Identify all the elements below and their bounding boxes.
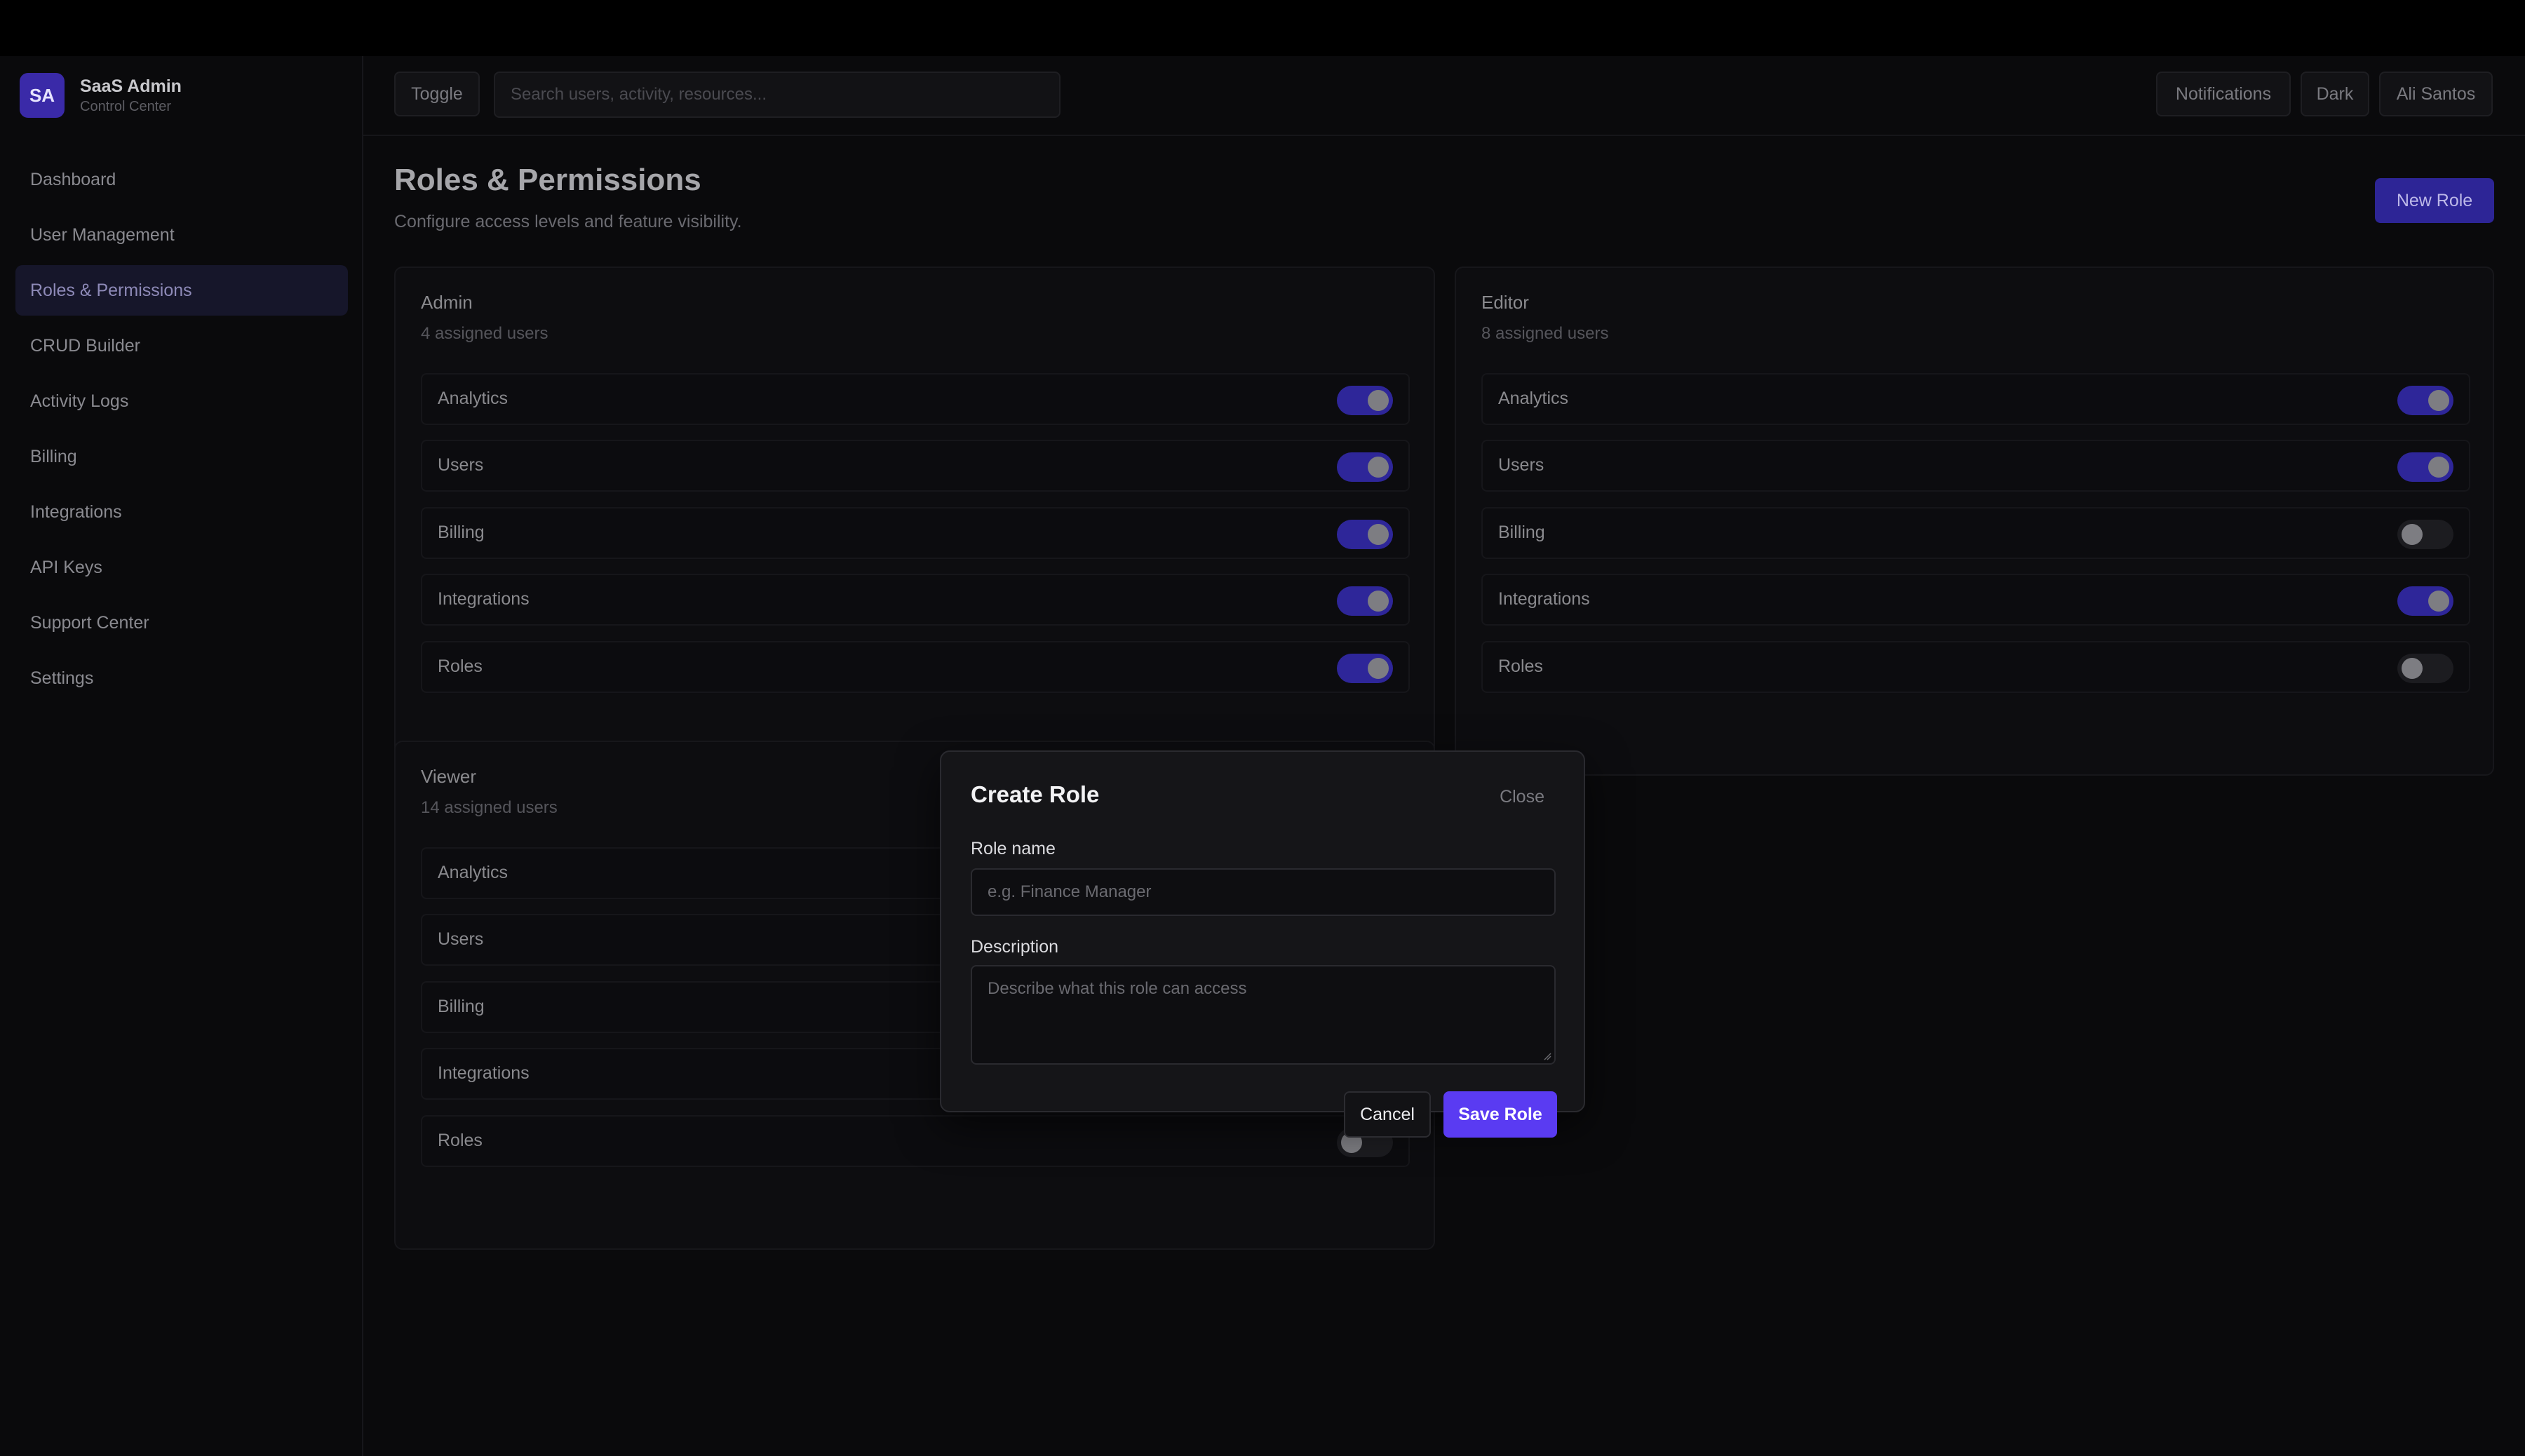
- permission-label: Roles: [438, 656, 483, 676]
- permission-label: Billing: [438, 997, 485, 1016]
- save-role-button[interactable]: Save Role: [1443, 1091, 1557, 1138]
- role-name-input[interactable]: e.g. Finance Manager: [971, 868, 1556, 916]
- permission-label: Users: [1498, 455, 1544, 475]
- permission-toggle[interactable]: [2397, 452, 2453, 482]
- app-shell: SA SaaS Admin Control Center Dashboard U…: [0, 56, 2525, 1456]
- permission-label: Billing: [438, 523, 485, 542]
- permission-label: Integrations: [1498, 589, 1590, 609]
- resize-handle-icon[interactable]: [1543, 1052, 1551, 1060]
- permission-row: Integrations: [1481, 574, 2470, 626]
- toggle-knob: [1368, 390, 1389, 411]
- permission-row: Billing: [1481, 507, 2470, 559]
- modal-close-button[interactable]: Close: [1500, 787, 1544, 807]
- brand-subtitle: Control Center: [80, 99, 172, 114]
- permission-toggle[interactable]: [2397, 654, 2453, 683]
- permission-row: Users: [1481, 440, 2470, 492]
- permission-toggle[interactable]: [2397, 386, 2453, 415]
- permission-row: Roles: [421, 1115, 1410, 1167]
- permission-label: Users: [438, 929, 484, 949]
- role-user-count: 4 assigned users: [421, 324, 548, 343]
- permission-label: Billing: [1498, 523, 1545, 542]
- sidebar-nav: Dashboard User Management Roles & Permis…: [15, 154, 348, 708]
- page-title: Roles & Permissions: [394, 163, 701, 197]
- role-card-editor: Editor 8 assigned users Analytics Users …: [1455, 267, 2494, 776]
- permission-row: Roles: [421, 641, 1410, 693]
- sidebar: SA SaaS Admin Control Center Dashboard U…: [0, 56, 363, 1456]
- brand-title: SaaS Admin: [80, 76, 182, 96]
- permission-toggle[interactable]: [1337, 654, 1393, 683]
- permission-toggle[interactable]: [2397, 520, 2453, 549]
- permission-toggle[interactable]: [1337, 452, 1393, 482]
- toggle-knob: [2428, 457, 2449, 478]
- permission-toggle[interactable]: [2397, 586, 2453, 616]
- brand-text: SaaS Admin Control Center: [80, 75, 182, 116]
- sidebar-item-roles-permissions[interactable]: Roles & Permissions: [15, 265, 348, 316]
- permission-label: Users: [438, 455, 484, 475]
- toggle-knob: [2402, 524, 2423, 545]
- toggle-knob: [1368, 658, 1389, 679]
- sidebar-item-crud-builder[interactable]: CRUD Builder: [15, 321, 348, 371]
- sidebar-item-settings[interactable]: Settings: [15, 653, 348, 703]
- role-name: Admin: [421, 292, 473, 313]
- permission-label: Roles: [1498, 656, 1543, 676]
- toggle-knob: [2428, 390, 2449, 411]
- user-menu-button[interactable]: Ali Santos: [2379, 72, 2493, 116]
- permission-row: Billing: [421, 507, 1410, 559]
- role-user-count: 8 assigned users: [1481, 324, 1609, 343]
- new-role-button[interactable]: New Role: [2375, 178, 2494, 223]
- permission-label: Integrations: [438, 589, 530, 609]
- top-header: Toggle Search users, activity, resources…: [362, 56, 2525, 136]
- search-placeholder: Search users, activity, resources...: [511, 85, 767, 104]
- cancel-button[interactable]: Cancel: [1344, 1091, 1431, 1138]
- permission-row: Integrations: [421, 574, 1410, 626]
- brand-logo: SA: [20, 73, 65, 118]
- sidebar-item-dashboard[interactable]: Dashboard: [15, 154, 348, 205]
- permission-row: Analytics: [421, 373, 1410, 425]
- browser-top-strip: [0, 0, 2525, 56]
- sidebar-item-user-management[interactable]: User Management: [15, 210, 348, 260]
- description-textarea[interactable]: Describe what this role can access: [971, 965, 1556, 1065]
- page-subtitle: Configure access levels and feature visi…: [394, 212, 742, 231]
- description-label: Description: [971, 937, 1059, 957]
- sidebar-item-integrations[interactable]: Integrations: [15, 487, 348, 537]
- sidebar-item-billing[interactable]: Billing: [15, 431, 348, 482]
- create-role-modal: Create Role Close Role name e.g. Finance…: [940, 750, 1585, 1138]
- sidebar-toggle-button[interactable]: Toggle: [394, 72, 480, 116]
- role-card-admin: Admin 4 assigned users Analytics Users B…: [394, 267, 1435, 776]
- toggle-knob: [1368, 457, 1389, 478]
- permission-toggle[interactable]: [1337, 586, 1393, 616]
- brand: SA SaaS Admin Control Center: [20, 72, 182, 119]
- permission-label: Analytics: [438, 389, 509, 408]
- permission-label: Integrations: [438, 1063, 530, 1083]
- sidebar-item-activity-logs[interactable]: Activity Logs: [15, 376, 348, 426]
- role-name-placeholder: e.g. Finance Manager: [988, 882, 1152, 901]
- permission-toggle[interactable]: [1337, 520, 1393, 549]
- toggle-knob: [1368, 524, 1389, 545]
- theme-toggle-button[interactable]: Dark: [2301, 72, 2369, 116]
- role-name: Editor: [1481, 292, 1529, 313]
- permission-label: Analytics: [438, 863, 509, 882]
- permission-row: Roles: [1481, 641, 2470, 693]
- notifications-button[interactable]: Notifications: [2156, 72, 2291, 116]
- role-name-label: Role name: [971, 839, 1056, 858]
- permission-row: Analytics: [1481, 373, 2470, 425]
- modal-title: Create Role: [971, 781, 1100, 807]
- sidebar-item-support-center[interactable]: Support Center: [15, 598, 348, 648]
- permission-label: Roles: [438, 1131, 483, 1150]
- toggle-knob: [2428, 591, 2449, 612]
- search-input[interactable]: Search users, activity, resources...: [494, 72, 1060, 118]
- permission-row: Users: [421, 440, 1410, 492]
- permission-label: Analytics: [1498, 389, 1569, 408]
- toggle-knob: [2402, 658, 2423, 679]
- role-user-count: 14 assigned users: [421, 798, 558, 817]
- role-name: Viewer: [421, 766, 477, 787]
- description-placeholder: Describe what this role can access: [988, 979, 1247, 998]
- permission-toggle[interactable]: [1337, 386, 1393, 415]
- sidebar-item-api-keys[interactable]: API Keys: [15, 542, 348, 593]
- toggle-knob: [1368, 591, 1389, 612]
